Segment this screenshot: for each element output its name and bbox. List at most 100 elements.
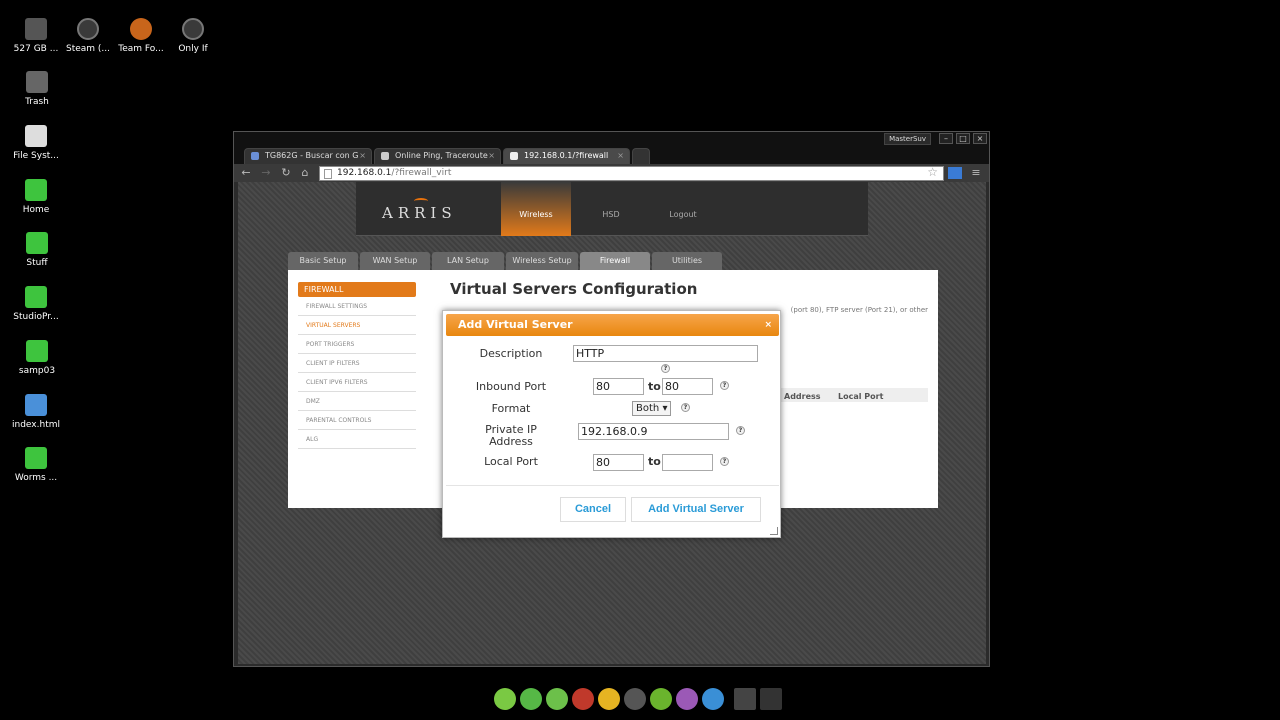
tab-wan-setup[interactable]: WAN Setup <box>360 252 430 270</box>
local-port-help-icon[interactable]: ? <box>720 457 729 466</box>
tab-utilities[interactable]: Utilities <box>652 252 722 270</box>
local-port-to-input[interactable] <box>662 454 713 471</box>
mouse-cursor-icon <box>753 524 758 536</box>
team-fortress-icon <box>130 18 152 40</box>
description-help-icon[interactable]: ? <box>661 364 670 373</box>
address-bar[interactable]: 192.168.0.1/?firewall_virt ☆ <box>319 166 944 181</box>
folder-icon <box>26 232 48 254</box>
maximize-button[interactable]: □ <box>956 133 970 144</box>
cancel-button[interactable]: Cancel <box>560 497 626 522</box>
minimize-button[interactable]: – <box>939 133 953 144</box>
utorrent-icon[interactable] <box>520 688 542 710</box>
page-title: Virtual Servers Configuration <box>450 280 698 298</box>
terminal-icon[interactable] <box>624 688 646 710</box>
private-ip-input[interactable] <box>578 423 729 440</box>
arris-logo: ARRIS <box>382 204 457 222</box>
tab-basic-setup[interactable]: Basic Setup <box>288 252 358 270</box>
address-host: 192.168.0.1 <box>337 168 392 178</box>
address-path: /?firewall_virt <box>391 168 452 178</box>
menu-icon[interactable]: ≡ <box>969 166 983 180</box>
browser-tab-active[interactable]: 192.168.0.1/?firewall × <box>503 148 630 164</box>
chevron-down-icon: ▾ <box>662 403 668 414</box>
close-window-button[interactable]: × <box>973 133 987 144</box>
site-favicon-icon <box>381 152 389 160</box>
topnav-logout[interactable]: Logout <box>648 182 718 236</box>
desktop-icon-studiopr[interactable]: StudioPr... <box>0 286 72 322</box>
sidebar-item-virtual-servers[interactable]: VIRTUAL SERVERS <box>298 316 416 335</box>
desktop-icon-index-html[interactable]: index.html <box>0 394 72 430</box>
firewall-sidebar: FIREWALL FIREWALL SETTINGS VIRTUAL SERVE… <box>298 282 416 449</box>
resize-handle-icon[interactable] <box>770 527 778 535</box>
tab-close-icon[interactable]: × <box>488 149 495 163</box>
sidebar-item-dmz[interactable]: DMZ <box>298 392 416 411</box>
inbound-port-help-icon[interactable]: ? <box>720 381 729 390</box>
tab-close-icon[interactable]: × <box>617 149 624 163</box>
tab-firewall[interactable]: Firewall <box>580 252 650 270</box>
desktop-icon-filesystem[interactable]: File Syst... <box>0 125 72 161</box>
sidebar-heading: FIREWALL <box>298 282 416 297</box>
steam-icon <box>77 18 99 40</box>
column-header-local-port: Local Port <box>838 392 884 401</box>
sidebar-item-client-ip-filters[interactable]: CLIENT IP FILTERS <box>298 354 416 373</box>
desktop-icon-home[interactable]: Home <box>0 179 72 215</box>
inbound-port-from-input[interactable] <box>593 378 644 395</box>
desktop-icon-stuff[interactable]: Stuff <box>1 232 73 268</box>
tab-close-icon[interactable]: × <box>359 149 366 163</box>
new-tab-button[interactable] <box>632 148 650 164</box>
extension-icon[interactable] <box>948 167 962 179</box>
forward-icon[interactable]: → <box>259 166 273 180</box>
document-icon[interactable] <box>676 688 698 710</box>
main-nav: Basic Setup WAN Setup LAN Setup Wireless… <box>288 250 938 270</box>
private-ip-label: Private IP Address <box>485 423 537 448</box>
format-selected-value: Both <box>636 403 660 414</box>
desktop-icon-trash[interactable]: Trash <box>1 71 73 107</box>
window-manager-icon[interactable] <box>760 688 782 710</box>
settings-icon[interactable] <box>546 688 568 710</box>
tab-title: TG862G - Buscar con G <box>265 151 359 160</box>
spotify-icon[interactable] <box>650 688 672 710</box>
inbound-port-to-input[interactable] <box>662 378 713 395</box>
local-port-from-input[interactable] <box>593 454 644 471</box>
sidebar-item-parental-controls[interactable]: PARENTAL CONTROLS <box>298 411 416 430</box>
steam-icon <box>182 18 204 40</box>
browser-titlebar[interactable]: MasterSuv – □ × <box>234 132 989 146</box>
anchor-icon[interactable] <box>494 688 516 710</box>
topnav-hsd[interactable]: HSD <box>576 182 646 236</box>
desktop-icon-label: File Syst... <box>13 151 59 161</box>
topnav-wireless[interactable]: Wireless <box>501 182 571 236</box>
browser-tab[interactable]: Online Ping, Traceroute × <box>374 148 501 164</box>
format-help-icon[interactable]: ? <box>681 403 690 412</box>
html-file-icon <box>25 394 47 416</box>
sidebar-item-alg[interactable]: ALG <box>298 430 416 449</box>
home-icon[interactable]: ⌂ <box>298 166 312 180</box>
add-virtual-server-dialog: Add Virtual Server × Description ? Inbou… <box>442 310 781 538</box>
tab-title: Online Ping, Traceroute <box>395 151 488 160</box>
filesystem-icon <box>25 125 47 147</box>
sidebar-item-client-ipv6-filters[interactable]: CLIENT IPV6 FILTERS <box>298 373 416 392</box>
sidebar-item-port-triggers[interactable]: PORT TRIGGERS <box>298 335 416 354</box>
profile-badge[interactable]: MasterSuv <box>884 133 931 145</box>
trash-icon[interactable] <box>734 688 756 710</box>
camera-icon[interactable] <box>702 688 724 710</box>
tab-lan-setup[interactable]: LAN Setup <box>432 252 504 270</box>
browser-tab[interactable]: TG862G - Buscar con G × <box>244 148 372 164</box>
back-icon[interactable]: ← <box>239 166 253 180</box>
chrome-icon[interactable] <box>598 688 620 710</box>
inbound-port-label: Inbound Port <box>475 380 547 393</box>
bookmark-star-icon[interactable]: ☆ <box>927 166 938 179</box>
local-port-label: Local Port <box>484 455 538 468</box>
desktop-icon-worms[interactable]: Worms ... <box>0 447 72 483</box>
description-input[interactable] <box>573 345 758 362</box>
dialog-close-icon[interactable]: × <box>764 314 772 336</box>
sidebar-item-firewall-settings[interactable]: FIREWALL SETTINGS <box>298 297 416 316</box>
format-select[interactable]: Both ▾ <box>632 401 672 416</box>
reload-icon[interactable]: ↻ <box>279 166 293 180</box>
add-virtual-server-button[interactable]: Add Virtual Server <box>631 497 761 522</box>
description-label: Description <box>479 347 543 360</box>
private-ip-help-icon[interactable]: ? <box>736 426 745 435</box>
tab-wireless-setup[interactable]: Wireless Setup <box>506 252 578 270</box>
filezilla-icon[interactable] <box>572 688 594 710</box>
desktop-icon-only-if[interactable]: Only If <box>157 18 229 54</box>
desktop-icon-samp03[interactable]: samp03 <box>1 340 73 376</box>
dialog-divider <box>446 485 779 486</box>
